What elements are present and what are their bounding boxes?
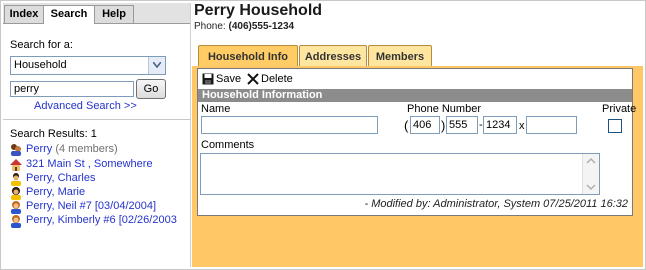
child-member-icon — [9, 214, 23, 228]
save-button[interactable]: Save — [216, 71, 241, 87]
header-phone: Phone: (406)555-1234 — [194, 21, 294, 32]
address-icon — [9, 158, 23, 172]
male-member-icon — [9, 172, 23, 186]
search-type-value: Household — [14, 59, 67, 71]
scrollbar[interactable] — [582, 154, 599, 194]
result-label[interactable]: 321 Main St , Somewhere — [26, 158, 153, 170]
chevron-down-icon[interactable] — [148, 57, 165, 74]
paren-close: ) — [441, 118, 446, 133]
advanced-search-link[interactable]: Advanced Search >> — [34, 100, 137, 112]
divider — [3, 119, 190, 120]
tab-index[interactable]: Index — [4, 5, 44, 23]
female-member-icon — [9, 186, 23, 200]
phone-label: Phone: — [194, 21, 226, 32]
tab-search[interactable]: Search — [43, 5, 95, 24]
tab-members[interactable]: Members — [368, 45, 432, 67]
line-number-field[interactable] — [483, 116, 517, 134]
section-header: Household Information — [198, 89, 632, 102]
tab-help[interactable]: Help — [94, 5, 134, 23]
name-field[interactable] — [201, 116, 378, 134]
result-label[interactable]: Perry, Neil #7 [03/04/2004] — [26, 200, 156, 212]
result-label[interactable]: Perry, Charles — [26, 172, 95, 184]
left-tab-bar: Index Search Help — [3, 3, 190, 24]
area-code-field[interactable] — [410, 116, 440, 134]
household-info-panel: Save Delete Household Information Name P… — [197, 68, 637, 216]
page-title: Perry Household — [194, 3, 323, 19]
search-input[interactable] — [10, 81, 134, 97]
comments-label: Comments — [201, 139, 255, 151]
phone-number-label: Phone Number — [407, 103, 481, 115]
name-label: Name — [201, 103, 231, 115]
comments-textarea[interactable] — [200, 153, 600, 195]
search-results-label: Search Results: 1 — [10, 128, 97, 140]
private-label: Private — [602, 103, 637, 115]
tab-household-info[interactable]: Household Info — [198, 45, 298, 67]
delete-button[interactable]: Delete — [261, 71, 293, 87]
household-icon — [9, 143, 23, 157]
child-member-icon — [9, 200, 23, 214]
private-checkbox[interactable] — [608, 119, 622, 133]
search-type-select[interactable]: Household — [10, 56, 166, 75]
result-member-count: (4 members) — [52, 143, 118, 155]
go-button[interactable]: Go — [136, 79, 166, 99]
extension-field[interactable] — [526, 116, 577, 134]
close-icon[interactable] — [247, 71, 259, 87]
save-icon[interactable] — [202, 71, 214, 87]
modified-info: - Modified by: Administrator, System 07/… — [364, 198, 628, 210]
paren-open: ( — [404, 118, 409, 133]
search-panel: Index Search Help Search for a: Househol… — [3, 3, 191, 267]
household-detail: Perry Household Phone: (406)555-1234 Hou… — [192, 3, 643, 267]
search-for-label: Search for a: — [10, 39, 73, 51]
tab-addresses[interactable]: Addresses — [299, 45, 367, 67]
tab-content-area: Save Delete Household Information Name P… — [192, 66, 643, 267]
result-label: Perry — [26, 143, 53, 155]
result-label[interactable]: Perry, Kimberly #6 [02/26/2003 — [26, 214, 177, 226]
result-label[interactable]: Perry, Marie — [26, 186, 85, 198]
phone-value: (406)555-1234 — [228, 21, 295, 32]
ext-separator: x — [519, 120, 525, 132]
prefix-field[interactable] — [446, 116, 478, 134]
app-window: Index Search Help Search for a: Househol… — [0, 0, 646, 270]
